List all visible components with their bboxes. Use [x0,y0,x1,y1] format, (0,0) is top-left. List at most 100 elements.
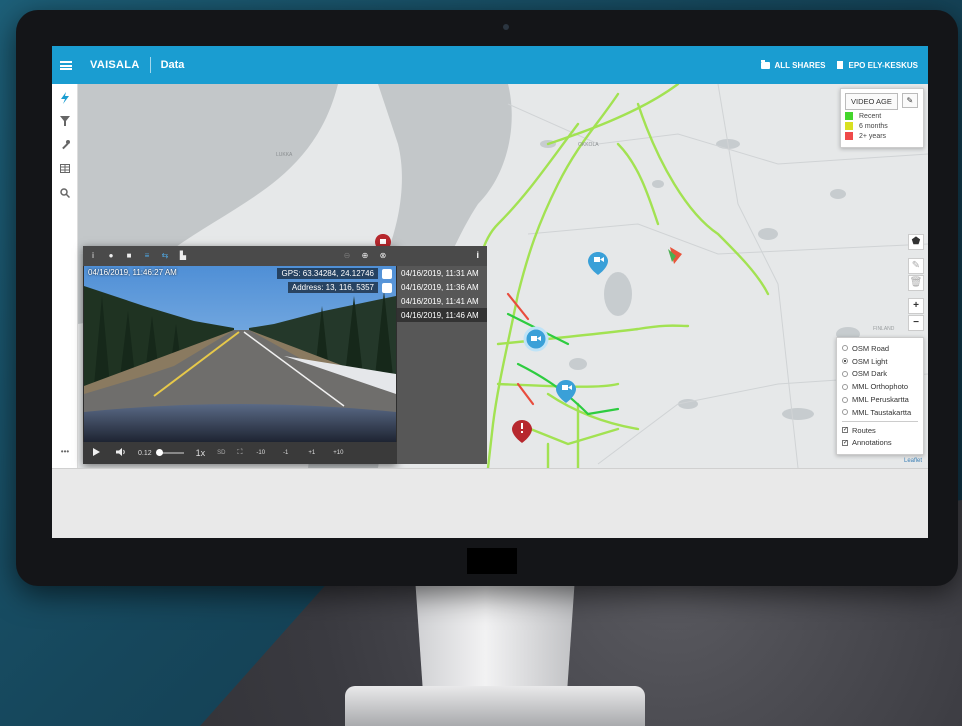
trash-icon[interactable]: ■ [125,252,133,260]
folder-icon [760,59,770,69]
radio-button[interactable] [842,409,848,416]
all-shares-link[interactable]: ALL SHARES [760,59,826,70]
timestamp-item[interactable]: 04/16/2019, 11:36 AM [397,280,487,294]
seek-slider[interactable] [155,449,184,456]
playback-speed[interactable]: 1x [196,448,206,458]
lightning-icon[interactable] [59,92,71,104]
layer-label: OSM Road [852,343,890,353]
address-readout: Address: 13, 116, 5357 [287,282,378,293]
base-layer-osm-light[interactable]: OSM Light [842,355,918,368]
dashcam-video[interactable]: 04/16/2019, 11:46:27 AM GPS: 63.34284, 2… [84,266,396,442]
layer-control: OSM Road OSM Light OSM Dark MML Orthopho… [836,337,924,455]
minimize-icon[interactable]: ⊖ [343,252,351,260]
legend-item-2-years: 2+ years [845,132,919,140]
video-marker-icon[interactable] [523,326,549,352]
menu-icon[interactable] [60,60,72,70]
video-age-button[interactable]: VIDEO AGE [845,93,898,110]
video-toolbar: i ● ■ ≡ ⇆ ▙ ⊖ ⊕ ⊗ [83,246,397,266]
filter-icon[interactable] [59,116,71,128]
base-layer-osm-dark[interactable]: OSM Dark [842,368,918,381]
timestamps-header: i [397,246,487,266]
checkbox[interactable]: ✓ [842,439,848,446]
base-layer-mml-peruskartta[interactable]: MML Peruskartta [842,393,918,406]
place-label-lukka: LUKKA [276,152,293,158]
radio-button[interactable] [842,370,848,377]
edit-layers-icon[interactable]: ✎ [908,258,924,274]
playback-time: 0.12 [138,449,152,457]
brand-divider [149,57,151,73]
timestamp-item[interactable]: 04/16/2019, 11:41 AM [397,294,487,308]
chart-icon[interactable]: ▙ [179,252,187,260]
base-layer-osm-road[interactable]: OSM Road [842,342,918,355]
copy-gps-icon[interactable] [382,269,392,279]
quality-toggle[interactable]: SD [217,450,225,456]
zoom-in-button[interactable]: + [908,298,924,314]
seek-handle[interactable] [155,449,163,456]
place-label-okkola: OKKOLA [578,142,599,148]
skip-back-1-button[interactable]: -1 [283,450,288,456]
organization-link[interactable]: EPO ELY-KESKUS [837,61,918,70]
legend-item-6-months: 6 months [845,122,919,130]
base-layer-mml-orthophoto[interactable]: MML Orthophoto [842,380,918,393]
overlay-label: Annotations [852,438,892,448]
organization-label: EPO ELY-KESKUS [848,60,918,70]
pencil-icon[interactable]: ✎ [901,93,918,108]
legend-swatch [845,122,853,130]
skip-forward-10-button[interactable]: +10 [333,450,343,456]
radio-button[interactable] [842,358,848,365]
info-icon[interactable]: i [89,252,97,260]
place-label-finland: FINLAND [873,326,895,332]
base-layer-mml-taustakartta[interactable]: MML Taustakartta [842,406,918,419]
close-icon[interactable]: ⊗ [379,252,387,260]
skip-back-10-button[interactable]: -10 [256,450,265,456]
map-attribution-link[interactable]: Leaflet [904,458,922,464]
video-player-window: i ● ■ ≡ ⇆ ▙ ⊖ ⊕ ⊗ 04/16/2019, 11:46:27 A… [83,246,397,464]
radio-button[interactable] [842,345,848,352]
legend-swatch [845,112,853,120]
recording-timestamps-panel: i 04/16/2019, 11:31 AM 04/16/2019, 11:36… [397,246,487,464]
play-icon[interactable] [93,448,100,458]
all-shares-label: ALL SHARES [774,60,826,70]
radio-button[interactable] [842,383,848,390]
video-controls: 0.12 1x SD ⛶ -10 -1 +1 +10 [83,442,397,464]
gps-coordinates: GPS: 63.34284, 24.12746 [277,268,378,279]
zoom-out-button[interactable]: − [908,315,924,331]
radio-button[interactable] [842,396,848,403]
legend-label: 2+ years [859,132,887,140]
legend-label: 6 months [859,122,888,130]
list-icon[interactable]: ≡ [143,252,151,260]
monitor-logo [467,548,517,574]
swap-icon[interactable]: ⇆ [161,252,169,260]
legend-label: Recent [859,112,882,120]
overlay-routes[interactable]: ✓ Routes [842,424,918,437]
copy-address-icon[interactable] [382,283,392,293]
draw-polygon-icon[interactable]: ⬟ [908,234,924,250]
skip-forward-1-button[interactable]: +1 [308,450,315,456]
search-icon[interactable] [59,188,71,200]
info-icon[interactable]: i [476,250,479,260]
layer-label: OSM Light [852,356,888,366]
overlay-label: Routes [852,425,876,435]
table-icon[interactable] [59,164,71,176]
brand-logo: VAISALA [90,59,140,71]
timestamp-item-selected[interactable]: 04/16/2019, 11:46 AM [397,308,487,322]
layer-label: OSM Dark [852,369,888,379]
location-pin-icon[interactable]: ● [107,252,115,260]
checkbox[interactable]: ✓ [842,427,848,434]
expand-icon[interactable]: ⊕ [361,252,369,260]
layer-label: MML Peruskartta [852,395,909,405]
more-icon[interactable]: ••• [59,446,71,458]
layer-label: MML Orthophoto [852,382,908,392]
bottom-panel [52,468,928,538]
fullscreen-icon[interactable]: ⛶ [237,449,242,457]
legend-item-recent: Recent [845,112,919,120]
delete-layers-icon[interactable]: 🗑 [908,275,924,291]
volume-icon[interactable] [116,448,126,458]
layer-divider [842,420,918,422]
overlay-annotations[interactable]: ✓ Annotations [842,437,918,450]
wrench-icon[interactable] [59,140,71,152]
top-navigation-bar: VAISALA Data ALL SHARES EPO ELY-KESKUS [52,46,928,84]
timestamp-item[interactable]: 04/16/2019, 11:31 AM [397,266,487,280]
document-icon [837,61,844,69]
monitor-stand-base [345,686,645,726]
